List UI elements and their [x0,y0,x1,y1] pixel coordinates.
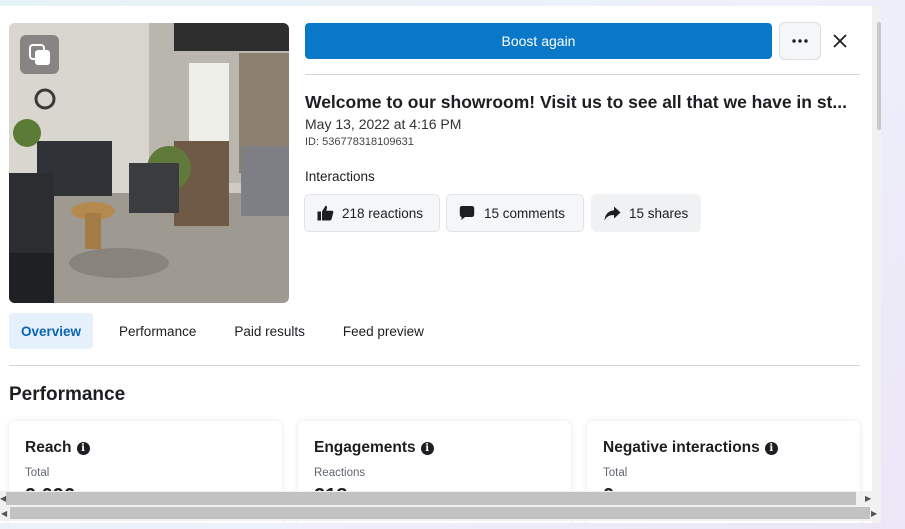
card-subtitle: Total [25,467,50,479]
card-title: Negative interactions [603,439,760,456]
tab-feed-preview[interactable]: Feed preview [331,313,436,349]
scroll-right-icon[interactable]: ▶ [871,509,877,518]
like-icon [316,204,334,222]
post-details-panel: Boost again Welcome to our showroom! Vis… [0,6,879,523]
card-subtitle: Reactions [314,467,366,479]
post-id: ID: 536778318109631 [305,136,414,148]
scroll-right-icon[interactable]: ▶ [865,494,871,503]
info-icon[interactable]: i [76,441,90,455]
horizontal-scrollbar-thumb[interactable] [10,507,870,519]
horizontal-scrollbar-thumb[interactable] [6,492,856,505]
card-title: Reach [25,439,72,456]
comments-button[interactable]: 15 comments [446,194,584,232]
post-media[interactable] [9,23,289,303]
share-icon [603,204,621,222]
reactions-button[interactable]: 218 reactions [304,194,440,232]
card-subtitle: Total [603,467,628,479]
comment-icon [458,204,476,222]
scroll-left-icon[interactable]: ◀ [0,494,6,503]
post-date: May 13, 2022 at 4:16 PM [305,116,462,132]
tab-bar: Overview Performance Paid results Feed p… [9,313,450,349]
tab-paid-results[interactable]: Paid results [222,313,317,349]
more-options-button[interactable] [779,22,821,60]
info-icon[interactable]: i [764,441,778,455]
more-icon [792,39,808,43]
comments-count: 15 comments [484,205,566,221]
scroll-left-icon[interactable]: ◀ [1,509,7,518]
divider [9,365,860,366]
shares-count: 15 shares [629,205,689,221]
carousel-icon [20,35,59,74]
tab-overview[interactable]: Overview [9,313,94,349]
boost-again-button[interactable]: Boost again [305,23,772,59]
vertical-scrollbar-thumb[interactable] [877,22,881,130]
close-icon [833,34,847,48]
divider [305,74,860,75]
info-icon[interactable]: i [420,441,434,455]
section-title: Performance [9,384,126,405]
reactions-count: 218 reactions [342,205,424,221]
post-title: Welcome to our showroom! Visit us to see… [305,92,847,112]
interactions-label: Interactions [305,169,375,184]
close-button[interactable] [829,30,851,52]
shares-button[interactable]: 15 shares [591,194,701,232]
card-title: Engagements [314,439,416,456]
tab-performance[interactable]: Performance [107,313,208,349]
